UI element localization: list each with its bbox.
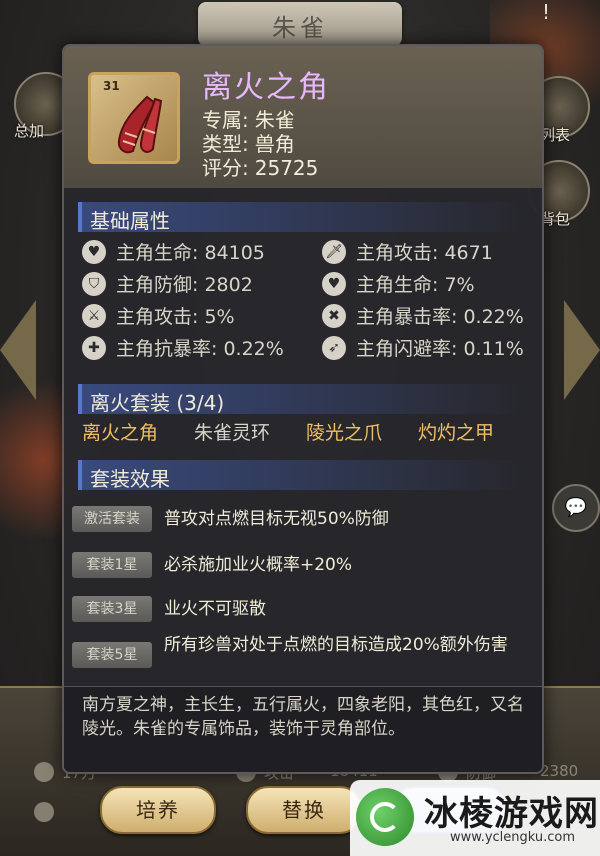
prev-arrow-icon[interactable] <box>0 300 36 400</box>
item-description: 南方夏之神，主长生，五行属火，四象老阳，其色红，又名陵光。朱雀的专属饰品，装饰于… <box>82 695 524 739</box>
shield-icon: ⛉ <box>82 271 106 296</box>
attribute-row: ♥ 主角生命: 7% <box>322 270 475 300</box>
list-label: 列表 <box>540 126 571 144</box>
attribute-row: ➶ 主角闪避率: 0.11% <box>322 334 524 364</box>
replace-button[interactable]: 替换 <box>246 786 362 834</box>
attribute-row: 🗡 主角攻击: 4671 <box>322 238 493 268</box>
alert-icon[interactable]: ! <box>526 0 566 30</box>
section-title: 离火套装 (3/4) <box>90 391 225 415</box>
attribute-row: ♥ 主角生命: 84105 <box>82 238 265 268</box>
base-attributes-header: 基础属性 <box>78 202 532 233</box>
set-piece[interactable]: 离火之角 <box>82 418 158 445</box>
cultivate-button[interactable]: 培养 <box>100 786 216 834</box>
set-piece[interactable]: 陵光之爪 <box>306 418 382 445</box>
item-name: 离火之角 <box>202 70 330 105</box>
heart-plus-icon: ♥ <box>322 271 346 296</box>
set-piece[interactable]: 灼灼之甲 <box>418 418 494 445</box>
set-piece[interactable]: 朱雀灵环 <box>194 418 270 445</box>
anti-crit-icon: ✚ <box>82 335 106 360</box>
effect-tag: 套装3星 <box>72 596 152 622</box>
effect-tag: 套装1星 <box>72 552 152 578</box>
effect-text: 所有珍兽对处于点燃的目标造成20%额外伤害 <box>164 635 508 655</box>
watermark-title: 冰棱游戏网 <box>424 794 599 834</box>
crit-icon: ✖ <box>322 303 346 328</box>
bag-label: 背包 <box>540 210 571 228</box>
effect-text: 业火不可驱散 <box>164 599 266 619</box>
effect-text: 普攻对点燃目标无视50%防御 <box>164 509 389 529</box>
item-detail-panel: 31 离火之角 专属: 朱雀 类型: 兽角 评分: 25725 基础属性 ♥ 主角生命:… <box>62 44 544 774</box>
item-score-row: 评分: 25725 <box>202 152 318 181</box>
item-description-box: 南方夏之神，主长生，五行属火，四象老阳，其色红，又名陵光。朱雀的专属饰品，装饰于… <box>64 686 542 772</box>
effect-text: 必杀施加业火概率+20% <box>164 555 353 575</box>
attribute-row: ✚ 主角抗暴率: 0.22% <box>82 334 284 364</box>
total-attributes-label: 总加 <box>14 122 45 140</box>
attribute-row: ⛉ 主角防御: 2802 <box>82 270 253 300</box>
heart-icon: ♥ <box>82 239 106 264</box>
attribute-row: ⚔ 主角攻击: 5% <box>82 302 235 332</box>
set-header: 离火套装 (3/4) <box>78 384 532 415</box>
item-header: 31 离火之角 专属: 朱雀 类型: 兽角 评分: 25725 <box>64 46 542 188</box>
effect-tag: 套装5星 <box>72 642 152 668</box>
section-title: 基础属性 <box>90 209 170 233</box>
section-title: 套装效果 <box>90 467 170 491</box>
heart-icon <box>34 762 54 782</box>
site-logo-icon <box>356 788 414 846</box>
watermark-url: www.yclengku.com <box>450 830 576 845</box>
score-label: 评分: <box>202 156 249 180</box>
score-value: 25725 <box>254 156 319 180</box>
sword-icon: 🗡 <box>322 239 346 264</box>
next-arrow-icon[interactable] <box>564 300 600 400</box>
attribute-row: ✖ 主角暴击率: 0.22% <box>322 302 524 332</box>
heart-icon <box>34 802 54 822</box>
attack-icon: ⚔ <box>82 303 106 328</box>
item-level-badge: 31 <box>103 79 120 93</box>
chat-icon[interactable]: 💬 <box>552 484 600 532</box>
stat-value: 2380 <box>540 762 579 780</box>
item-icon-frame: 31 <box>88 72 180 164</box>
site-watermark: 冰棱游戏网 www.yclengku.com <box>350 780 600 856</box>
horn-icon <box>117 95 163 154</box>
effect-tag: 激活套装 <box>72 506 152 532</box>
dodge-icon: ➶ <box>322 335 346 360</box>
screen-title: 朱雀 <box>272 14 328 42</box>
set-effects-header: 套装效果 <box>78 460 532 491</box>
